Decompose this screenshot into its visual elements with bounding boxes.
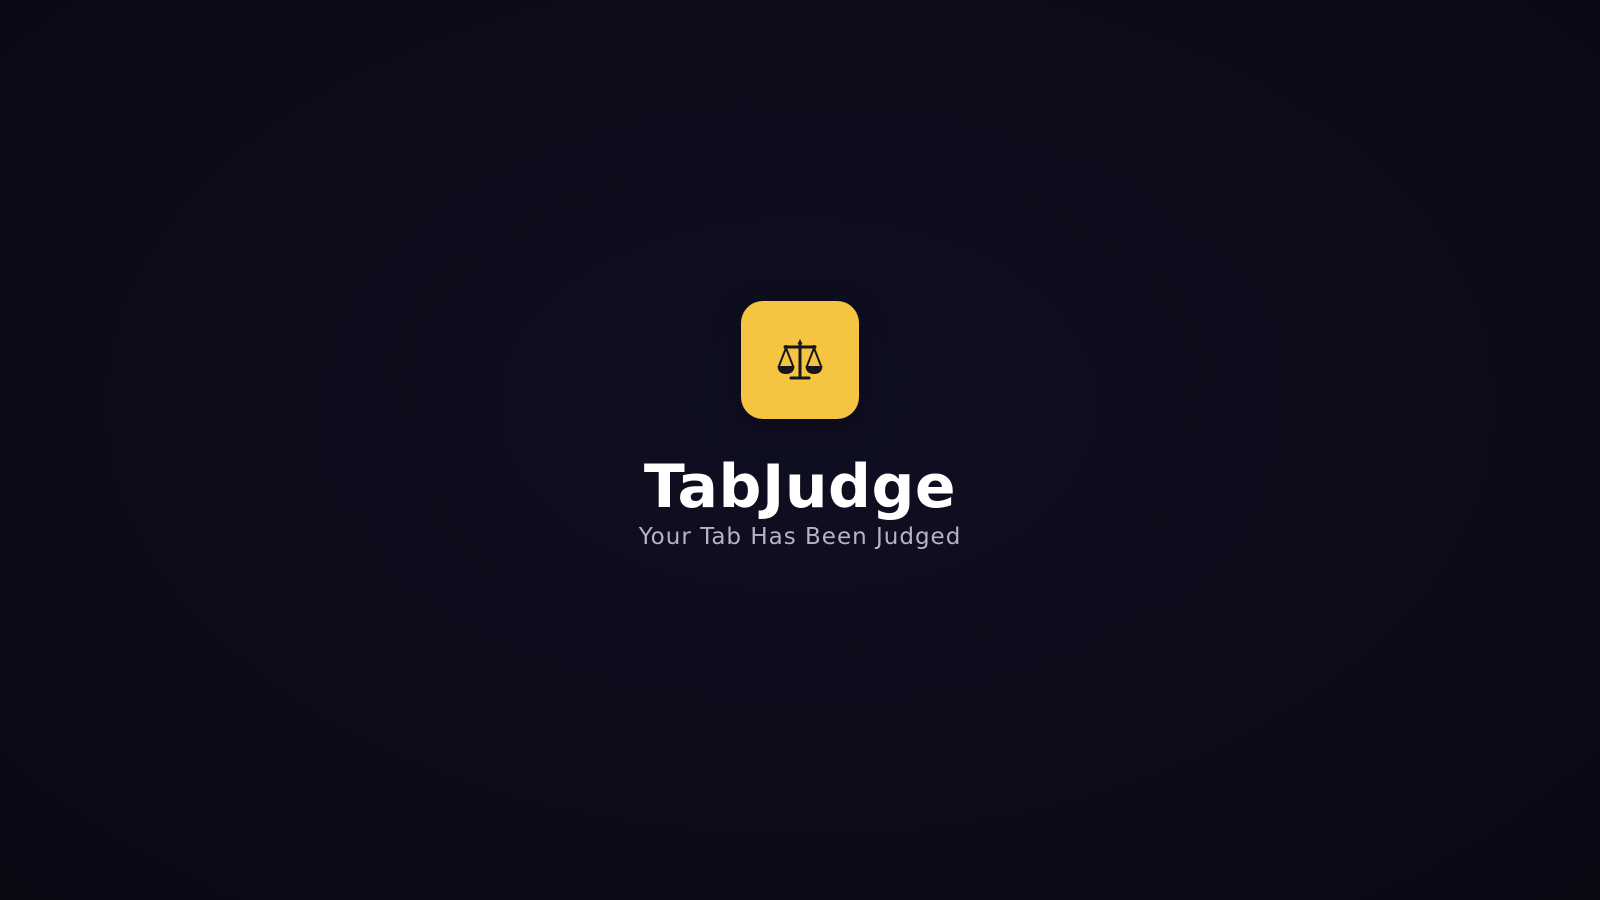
- app-name: TabJudge: [643, 452, 957, 522]
- app-logo: [741, 301, 859, 419]
- splash-screen: TabJudge Your Tab Has Been Judged: [0, 0, 1600, 900]
- app-tagline: Your Tab Has Been Judged: [638, 524, 962, 550]
- scales-of-justice-icon: [777, 339, 823, 380]
